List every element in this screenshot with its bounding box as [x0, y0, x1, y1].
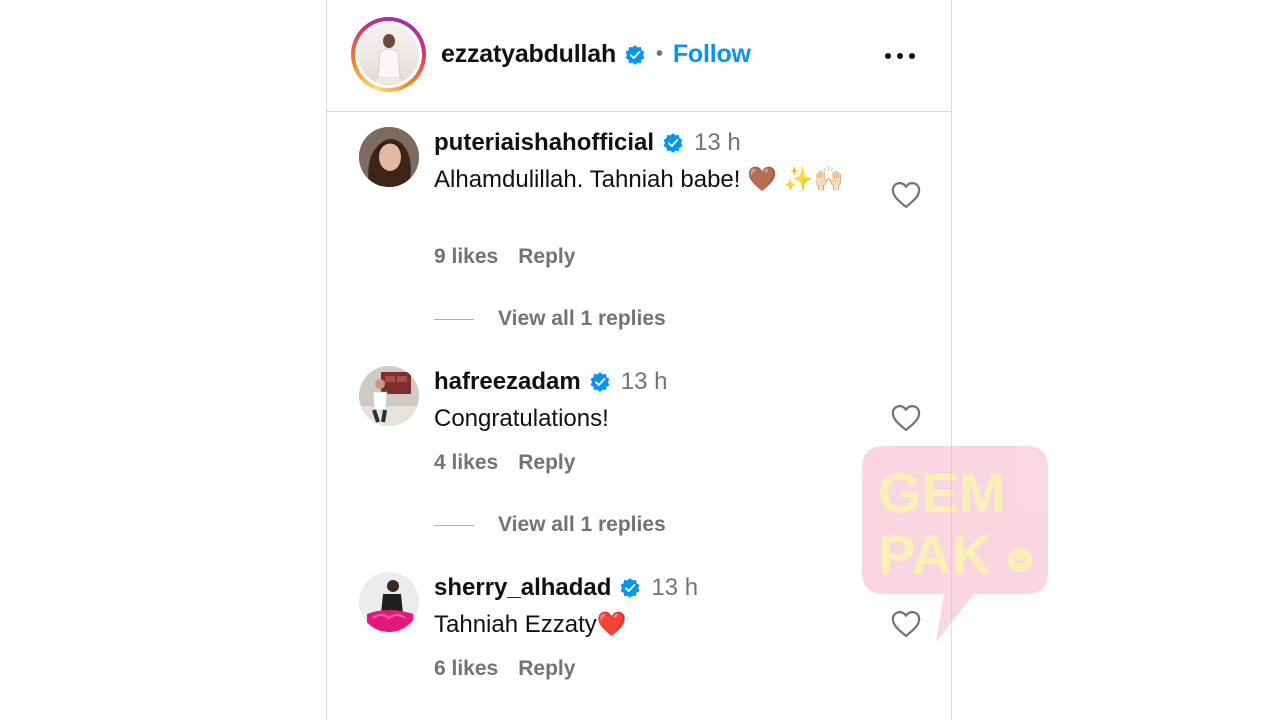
post-comments-panel: ezzatyabdullah • Follow puteriaishahoffi…	[326, 0, 952, 720]
view-replies-button[interactable]: View all 1 replies	[434, 307, 666, 331]
verified-badge-icon	[625, 44, 645, 65]
comment-timestamp: 13 h	[651, 574, 699, 601]
comment-actions: 4 likes Reply	[434, 451, 575, 475]
gempak-watermark-logo: GEM PAK	[862, 446, 1048, 642]
like-heart-icon[interactable]	[891, 404, 921, 432]
author-username[interactable]: ezzatyabdullah	[441, 40, 616, 69]
reply-button[interactable]: Reply	[518, 657, 575, 680]
commenter-avatar[interactable]	[359, 127, 419, 187]
comment-timestamp: 13 h	[620, 368, 668, 395]
comment-header: puteriaishahofficial 13 h	[434, 129, 741, 157]
like-count[interactable]: 6 likes	[434, 657, 498, 680]
commenter-avatar[interactable]	[359, 366, 419, 426]
header-user-row: ezzatyabdullah • Follow	[441, 40, 751, 69]
comment-text: Tahniah Ezzaty❤️	[434, 611, 627, 638]
watermark-text-pak: PAK	[878, 523, 992, 586]
comment-header: sherry_alhadad 13 h	[434, 574, 698, 602]
comment-actions: 9 likes Reply	[434, 245, 575, 269]
view-replies-label: View all 1 replies	[498, 307, 666, 330]
reply-button[interactable]: Reply	[518, 451, 575, 474]
comment-text: Congratulations!	[434, 405, 609, 432]
post-header: ezzatyabdullah • Follow	[327, 0, 951, 112]
separator-dot: •	[656, 43, 663, 65]
like-heart-icon[interactable]	[891, 181, 921, 209]
watermark-text-gem: GEM	[878, 461, 1006, 524]
like-count[interactable]: 9 likes	[434, 245, 498, 268]
replies-divider-line	[434, 318, 474, 320]
author-avatar[interactable]	[351, 17, 426, 92]
comment-header: hafreezadam 13 h	[434, 368, 667, 396]
commenter-username[interactable]: puteriaishahofficial	[434, 129, 654, 157]
like-count[interactable]: 4 likes	[434, 451, 498, 474]
view-replies-label: View all 1 replies	[498, 513, 666, 536]
replies-divider-line	[434, 524, 474, 526]
comment-timestamp: 13 h	[694, 129, 741, 156]
comment-item: hafreezadam 13 h Congratulations! 4 like…	[327, 366, 951, 536]
verified-badge-icon	[663, 133, 683, 153]
more-options-icon[interactable]	[883, 50, 917, 62]
commenter-username[interactable]: sherry_alhadad	[434, 574, 611, 602]
reply-button[interactable]: Reply	[518, 245, 575, 268]
verified-badge-icon	[590, 372, 610, 392]
comment-item: puteriaishahofficial 13 h Alhamdulillah.…	[327, 127, 951, 330]
view-replies-button[interactable]: View all 1 replies	[434, 513, 666, 537]
comment-text: Alhamdulillah. Tahniah babe! 🤎 ✨🙌🏻	[434, 166, 844, 193]
commenter-avatar[interactable]	[359, 572, 419, 632]
comment-item: sherry_alhadad 13 h Tahniah Ezzaty❤️ 6 l…	[327, 572, 951, 692]
follow-button[interactable]: Follow	[673, 40, 751, 69]
verified-badge-icon	[620, 578, 640, 598]
commenter-username[interactable]: hafreezadam	[434, 368, 581, 396]
comment-actions: 6 likes Reply	[434, 657, 575, 681]
